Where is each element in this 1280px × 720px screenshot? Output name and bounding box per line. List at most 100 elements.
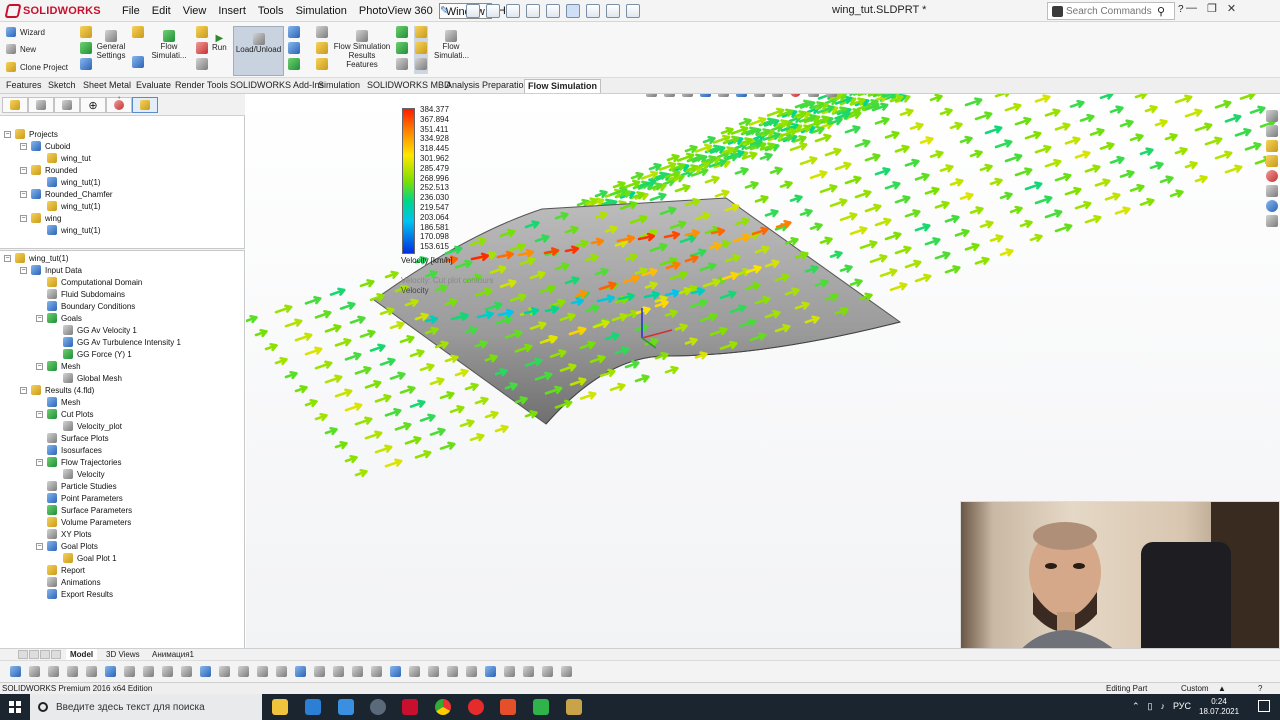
tree-item[interactable]: −Goal Plot 1 — [52, 552, 117, 564]
close-icon[interactable]: ✕ — [1227, 2, 1236, 15]
display-style-icon[interactable] — [754, 94, 765, 97]
volume-icon[interactable]: ♪ — [1161, 701, 1166, 712]
tab-flow-simulation[interactable]: Flow Simulation — [524, 79, 601, 93]
tree-item[interactable]: −Animations — [36, 576, 101, 588]
custom-properties-icon[interactable] — [1266, 185, 1278, 197]
results-features-button[interactable]: Flow Simulation Results Features — [332, 30, 392, 69]
viewport-maximize-icon[interactable]: □ — [1235, 94, 1240, 96]
collapse-toggle-icon[interactable]: − — [36, 410, 43, 418]
tree-item[interactable]: −Velocity — [52, 468, 105, 480]
view-settings-icon[interactable] — [826, 94, 837, 97]
tab-features[interactable]: Features — [3, 79, 45, 92]
tree-item[interactable]: −Export Results — [36, 588, 113, 600]
file-properties-icon[interactable] — [606, 4, 620, 18]
file-explorer-icon[interactable] — [272, 699, 288, 715]
collapse-toggle-icon[interactable]: − — [20, 214, 27, 222]
settings-small-icon[interactable] — [80, 26, 92, 38]
search-input[interactable] — [1066, 5, 1154, 17]
menu-photoview-360[interactable]: PhotoView 360 — [353, 3, 439, 19]
tree-item[interactable]: −Global Mesh — [52, 372, 122, 384]
file-explorer-icon[interactable] — [1266, 155, 1278, 167]
tree-item[interactable]: −wing_tut — [36, 152, 91, 164]
tree-item[interactable]: −Computational Domain — [36, 276, 142, 288]
sketch-tool-icon[interactable] — [333, 666, 344, 677]
tree-item[interactable]: −Mesh — [36, 396, 81, 408]
tree-item[interactable]: −wing_tut(1) — [36, 224, 101, 236]
sketch-tool-icon[interactable] — [124, 666, 135, 677]
collapse-toggle-icon[interactable]: − — [36, 542, 43, 550]
sketch-tool-icon[interactable] — [67, 666, 78, 677]
resources-icon[interactable] — [1266, 125, 1278, 137]
mail-icon[interactable] — [305, 699, 321, 715]
tab-analysis-preparation[interactable]: Analysis Preparation — [443, 79, 532, 92]
unit-system[interactable]: Custom — [1181, 683, 1209, 694]
tree-item[interactable]: − Cut Plots — [36, 408, 93, 420]
home-icon[interactable] — [1266, 110, 1278, 122]
first-tab-icon[interactable] — [18, 650, 28, 659]
tree-item[interactable]: −Point Parameters — [36, 492, 123, 504]
goal-small-icon[interactable] — [80, 42, 92, 54]
panel-splitter[interactable] — [0, 248, 245, 251]
undo-icon[interactable] — [546, 4, 560, 18]
tab-configuration-manager[interactable] — [54, 97, 80, 113]
sketch-tool-icon[interactable] — [219, 666, 230, 677]
tree-item[interactable]: −Particle Studies — [36, 480, 117, 492]
print-icon[interactable] — [526, 4, 540, 18]
clock[interactable]: 0:24 18.07.2021 — [1199, 697, 1239, 717]
yandex-icon[interactable] — [468, 699, 484, 715]
unit-dropdown-icon[interactable]: ▲ — [1218, 683, 1226, 694]
tree-item[interactable]: −GG Av Turbulence Intensity 1 — [52, 336, 181, 348]
notifications-icon[interactable] — [1258, 700, 1270, 712]
menu-edit[interactable]: Edit — [146, 3, 177, 19]
wizard-button[interactable]: Wizard — [6, 27, 45, 37]
sketch-tool-icon[interactable] — [86, 666, 97, 677]
sketch-tool-icon[interactable] — [428, 666, 439, 677]
tree-item[interactable]: −Report — [36, 564, 85, 576]
bottom-tab[interactable]: Model — [66, 649, 98, 660]
goal-plot-icon[interactable] — [316, 58, 328, 70]
flow-simulation-pane-icon[interactable] — [1266, 215, 1278, 227]
clone-project-button[interactable]: Clone Project — [6, 62, 68, 72]
illumination-icon[interactable] — [415, 42, 427, 54]
search-icon[interactable]: ⚲ — [1157, 5, 1165, 18]
menu-simulation[interactable]: Simulation — [290, 3, 353, 19]
hide-show-icon[interactable] — [772, 94, 783, 97]
sketch-tool-icon[interactable] — [542, 666, 553, 677]
tree-item[interactable]: −Boundary Conditions — [36, 300, 135, 312]
tab-solidworks-add-ins[interactable]: SOLIDWORKS Add-Ins — [227, 79, 327, 92]
trajectory-icon[interactable] — [316, 26, 328, 38]
app-icon[interactable] — [370, 699, 386, 715]
sketch-tool-icon[interactable] — [295, 666, 306, 677]
sketch-tool-icon[interactable] — [561, 666, 572, 677]
tab-feature-manager[interactable] — [2, 97, 28, 113]
appearance-icon[interactable] — [790, 94, 801, 97]
monitor-icon[interactable] — [196, 58, 208, 70]
collapse-toggle-icon[interactable]: − — [36, 362, 43, 370]
flow-simulation-button[interactable]: Flow Simulati... — [150, 30, 188, 60]
language-indicator[interactable]: РУС — [1173, 701, 1191, 712]
tree-item[interactable]: − Rounded — [20, 164, 77, 176]
viewport-restore-icon[interactable]: ❐ — [1194, 94, 1202, 96]
tree-item[interactable]: −wing_tut(1) — [4, 252, 69, 264]
tree-item[interactable]: − wing — [20, 212, 61, 224]
sketch-tool-icon[interactable] — [48, 666, 59, 677]
collapse-toggle-icon[interactable]: − — [20, 166, 27, 174]
tree-item[interactable]: −GG Force (Y) 1 — [52, 348, 132, 360]
tree-item[interactable]: −Velocity_plot — [52, 420, 122, 432]
new-document-icon[interactable] — [466, 4, 480, 18]
sketch-tool-icon[interactable] — [276, 666, 287, 677]
tray-up-icon[interactable]: ⌃ — [1132, 701, 1140, 712]
calc-control-icon[interactable] — [132, 26, 144, 38]
tab-property-manager[interactable] — [28, 97, 54, 113]
sketch-tool-icon[interactable] — [238, 666, 249, 677]
sketch-tool-icon[interactable] — [10, 666, 21, 677]
sketch-tool-icon[interactable] — [29, 666, 40, 677]
general-settings-button[interactable]: General Settings — [96, 30, 126, 60]
obs-icon[interactable] — [566, 699, 582, 715]
tree-item[interactable]: −Volume Parameters — [36, 516, 131, 528]
zoom-area-icon[interactable] — [664, 94, 675, 97]
sketch-tool-icon[interactable] — [447, 666, 458, 677]
status-help-icon[interactable]: ? — [1258, 683, 1262, 694]
next-tab-icon[interactable] — [40, 650, 50, 659]
last-tab-icon[interactable] — [51, 650, 61, 659]
